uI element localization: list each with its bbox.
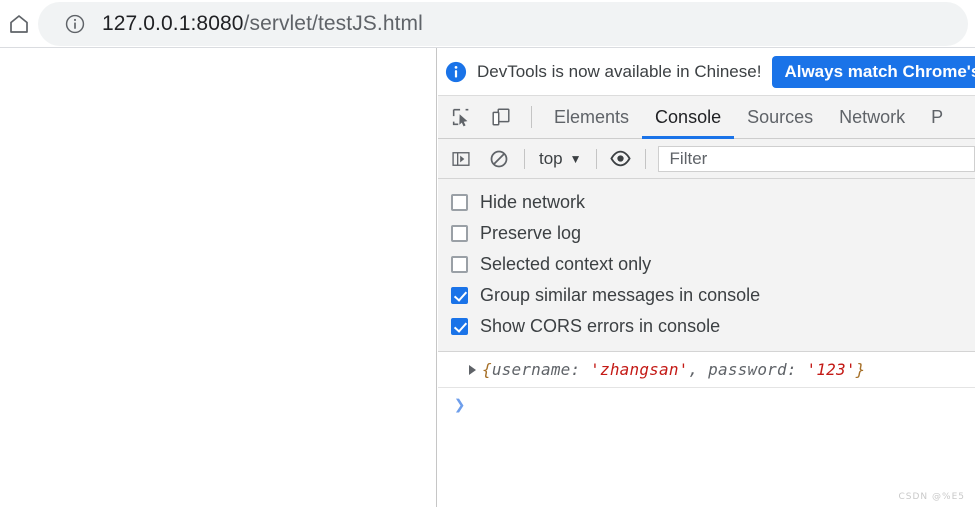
tab-console-label: Console [655,106,722,127]
tab-elements[interactable]: Elements [541,96,642,139]
tab-elements-label: Elements [554,106,630,127]
console-toolbar: top ▼ [438,139,975,179]
web-page-viewport[interactable] [0,48,437,507]
object-value-username: 'zhangsan' [590,360,689,379]
devtools-tabstrip: Elements Console Sources Network P [438,96,975,139]
setting-preserve-log-label: Preserve log [480,223,582,243]
address-bar[interactable]: 127.0.0.1:8080/servlet/testJS.html [38,2,968,46]
setting-selected-context-only-label: Selected context only [480,254,652,274]
toolbar-divider [531,106,532,128]
setting-group-similar-messages[interactable]: Group similar messages in console [438,280,975,311]
console-log-entry[interactable]: {username: 'zhangsan', password: '123'} [438,352,975,388]
setting-hide-network[interactable]: Hide network [438,187,975,218]
console-filter-field[interactable] [657,145,975,172]
tab-sources[interactable]: Sources [734,96,826,139]
url-path: /servlet/testJS.html [243,12,423,35]
console-settings-pane: Hide network Preserve log Selected conte… [438,179,975,352]
device-toolbar-icon[interactable] [484,100,518,134]
object-key-username: username: [491,360,591,379]
object-open-brace: { [482,360,492,379]
checkbox-group-similar-messages[interactable] [451,287,468,304]
console-filter-input[interactable] [667,147,974,170]
setting-group-similar-messages-label: Group similar messages in console [480,285,761,305]
object-key-password: password: [708,360,807,379]
console-input-prompt[interactable]: ❯ [438,388,975,422]
execution-context-selector[interactable]: top ▼ [531,149,590,169]
screenshot-root: 127.0.0.1:8080/servlet/testJS.html DevTo… [0,0,975,507]
checkbox-show-cors-errors[interactable] [451,318,468,335]
site-info-icon[interactable] [62,11,88,37]
devtools-infobar: DevTools is now available in Chinese! Al… [438,48,975,96]
inspect-element-icon[interactable] [444,100,478,134]
devtools-panel: DevTools is now available in Chinese! Al… [438,48,975,507]
tab-network[interactable]: Network [826,96,918,139]
console-toolbar-divider-3 [644,148,646,169]
setting-show-cors-errors[interactable]: Show CORS errors in console [438,311,975,342]
tab-performance-label: P [931,106,944,127]
console-message-list: {username: 'zhangsan', password: '123'} … [438,352,975,472]
object-separator: , [688,360,709,379]
tab-sources-label: Sources [747,106,814,127]
object-close-brace: } [855,360,866,379]
tab-network-label: Network [839,106,906,127]
address-bar-url: 127.0.0.1:8080/servlet/testJS.html [102,12,423,36]
infobar-message: DevTools is now available in Chinese! [477,61,762,81]
console-toolbar-divider-2 [595,148,597,169]
setting-selected-context-only[interactable]: Selected context only [438,249,975,280]
prompt-chevron-icon: ❯ [454,393,466,416]
logged-object: {username: 'zhangsan', password: '123'} [482,360,866,379]
tab-console[interactable]: Console [642,96,735,139]
tab-performance[interactable]: P [918,96,956,139]
clear-console-icon[interactable] [484,144,514,174]
execution-context-label: top [539,148,563,168]
console-sidebar-icon[interactable] [446,144,476,174]
watermark: CSDN @%E5 [898,492,965,502]
url-host: 127.0.0.1:8080 [102,12,244,35]
browser-toolbar: 127.0.0.1:8080/servlet/testJS.html [0,0,975,48]
expand-triangle-icon[interactable] [469,364,476,375]
home-icon[interactable] [4,9,34,39]
setting-hide-network-label: Hide network [480,192,586,212]
always-match-chrome-button[interactable]: Always match Chrome's [772,55,975,88]
setting-preserve-log[interactable]: Preserve log [438,218,975,249]
info-circle-icon [445,61,467,83]
checkbox-selected-context-only[interactable] [451,256,468,273]
console-toolbar-divider-1 [524,148,525,169]
checkbox-hide-network[interactable] [451,194,468,211]
object-value-password: '123' [806,360,856,379]
live-expression-eye-icon[interactable] [606,144,636,174]
checkbox-preserve-log[interactable] [451,225,468,242]
setting-show-cors-errors-label: Show CORS errors in console [480,316,721,336]
chevron-down-icon: ▼ [569,151,582,166]
